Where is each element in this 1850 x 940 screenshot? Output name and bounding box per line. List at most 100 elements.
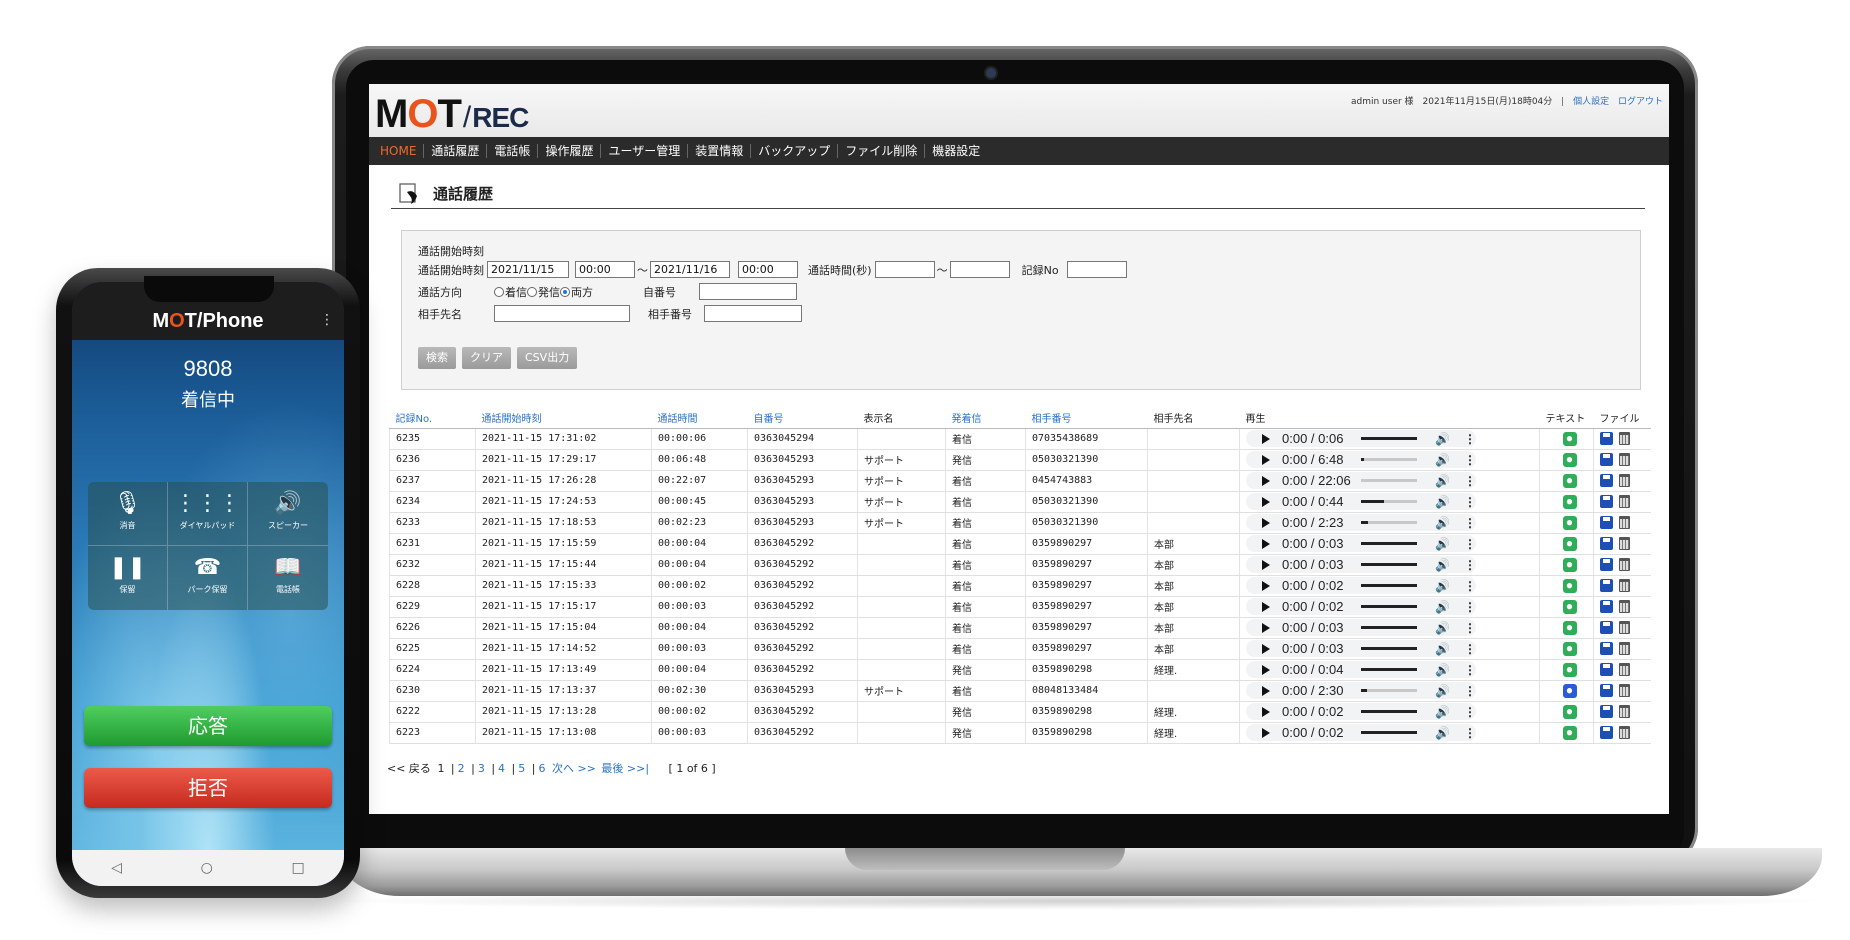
more-options-icon[interactable]: ⋮ [1464, 453, 1476, 467]
transcript-icon[interactable]: ● [1562, 641, 1577, 656]
col-direction[interactable]: 発着信 [945, 408, 1026, 429]
recents-icon[interactable]: □ [291, 860, 304, 876]
play-icon[interactable] [1262, 685, 1270, 696]
call-control-mute[interactable]: 🎙 消音 [88, 482, 168, 546]
volume-icon[interactable]: 🔊 [1435, 516, 1450, 530]
transcript-icon[interactable]: ● [1562, 704, 1577, 719]
volume-icon[interactable]: 🔊 [1435, 495, 1450, 509]
more-options-icon[interactable]: ⋮ [1464, 474, 1476, 488]
play-icon[interactable] [1262, 496, 1270, 507]
radio-both[interactable] [560, 286, 570, 297]
more-options-icon[interactable]: ⋮ [1464, 432, 1476, 446]
nav-backup[interactable]: バックアップ [751, 144, 839, 158]
trash-icon[interactable] [1619, 495, 1630, 508]
transcript-icon[interactable]: ● [1562, 515, 1577, 530]
more-options-icon[interactable]: ⋮ [1464, 642, 1476, 656]
save-icon[interactable] [1600, 537, 1613, 550]
call-control-speaker[interactable]: 🔊 スピーカー [248, 482, 328, 546]
progress-bar[interactable] [1361, 458, 1418, 461]
trash-icon[interactable] [1619, 474, 1630, 487]
progress-bar[interactable] [1361, 731, 1418, 734]
more-options-icon[interactable]: ⋮ [1464, 537, 1476, 551]
trash-icon[interactable] [1619, 684, 1630, 697]
more-options-icon[interactable]: ⋮ [1464, 579, 1476, 593]
duration-to-input[interactable] [949, 261, 1010, 278]
call-control-park-hold[interactable]: ☎ パーク保留 [168, 546, 248, 610]
play-icon[interactable] [1262, 664, 1270, 675]
play-icon[interactable] [1262, 622, 1270, 633]
save-icon[interactable] [1600, 663, 1613, 676]
more-options-icon[interactable]: ⋮ [1464, 705, 1476, 719]
progress-bar[interactable] [1361, 710, 1418, 713]
play-icon[interactable] [1262, 706, 1270, 717]
save-icon[interactable] [1600, 579, 1613, 592]
duration-from-input[interactable] [874, 261, 935, 278]
nav-file-delete[interactable]: ファイル削除 [838, 144, 926, 158]
play-icon[interactable] [1262, 580, 1270, 591]
call-control-dialpad[interactable]: ⋮⋮⋮ ダイヤルパッド [168, 482, 248, 546]
volume-icon[interactable]: 🔊 [1435, 474, 1450, 488]
progress-bar[interactable] [1361, 584, 1418, 587]
volume-icon[interactable]: 🔊 [1435, 663, 1450, 677]
save-icon[interactable] [1600, 432, 1613, 445]
home-icon[interactable]: ○ [201, 860, 213, 876]
call-control-phonebook[interactable]: 📖 電話帳 [248, 546, 328, 610]
col-record-no[interactable]: 記録No. [389, 408, 476, 429]
profile-link[interactable]: 個人設定 [1573, 97, 1609, 107]
progress-bar[interactable] [1361, 689, 1418, 692]
play-icon[interactable] [1262, 601, 1270, 612]
clear-button[interactable]: クリア [462, 347, 511, 369]
volume-icon[interactable]: 🔊 [1435, 453, 1450, 467]
progress-bar[interactable] [1361, 626, 1418, 629]
more-options-icon[interactable]: ⋮ [1464, 558, 1476, 572]
pager-last[interactable]: 最後 >>| [601, 762, 649, 775]
progress-bar[interactable] [1361, 542, 1418, 545]
trash-icon[interactable] [1619, 726, 1630, 739]
time-to-input[interactable]: 00:00 [738, 261, 798, 278]
nav-user-management[interactable]: ユーザー管理 [601, 144, 689, 158]
trash-icon[interactable] [1619, 600, 1630, 613]
volume-icon[interactable]: 🔊 [1435, 600, 1450, 614]
save-icon[interactable] [1600, 453, 1613, 466]
col-start-time[interactable]: 通話開始時刻 [475, 408, 652, 429]
partner-name-input[interactable] [494, 305, 630, 322]
answer-button[interactable]: 応答 [84, 706, 332, 746]
volume-icon[interactable]: 🔊 [1435, 432, 1450, 446]
volume-icon[interactable]: 🔊 [1435, 705, 1450, 719]
radio-incoming[interactable] [494, 286, 504, 297]
transcript-icon[interactable]: ● [1562, 725, 1577, 740]
progress-bar[interactable] [1361, 437, 1418, 440]
nav-home[interactable]: HOME [373, 144, 425, 158]
logout-link[interactable]: ログアウト [1618, 97, 1663, 107]
play-icon[interactable] [1262, 517, 1270, 528]
transcript-icon[interactable]: ● [1562, 536, 1577, 551]
volume-icon[interactable]: 🔊 [1435, 579, 1450, 593]
transcript-icon[interactable]: ● [1562, 557, 1577, 572]
date-from-input[interactable]: 2021/11/15 [487, 261, 569, 278]
transcript-icon[interactable]: ● [1562, 452, 1577, 467]
page-link-5[interactable]: 5 [518, 762, 525, 775]
trash-icon[interactable] [1619, 537, 1630, 550]
play-icon[interactable] [1262, 475, 1270, 486]
progress-bar[interactable] [1361, 605, 1418, 608]
transcript-icon[interactable]: ● [1562, 620, 1577, 635]
page-link-3[interactable]: 3 [478, 762, 485, 775]
more-options-icon[interactable]: ⋮ [1464, 726, 1476, 740]
volume-icon[interactable]: 🔊 [1435, 642, 1450, 656]
back-icon[interactable]: ◁ [111, 860, 122, 876]
save-icon[interactable] [1600, 726, 1613, 739]
progress-bar[interactable] [1361, 668, 1418, 671]
play-icon[interactable] [1262, 433, 1270, 444]
trash-icon[interactable] [1619, 642, 1630, 655]
radio-outgoing[interactable] [527, 286, 537, 297]
save-icon[interactable] [1600, 705, 1613, 718]
volume-icon[interactable]: 🔊 [1435, 537, 1450, 551]
progress-bar[interactable] [1361, 479, 1418, 482]
search-button[interactable]: 検索 [418, 347, 456, 369]
transcript-icon[interactable]: ● [1562, 599, 1577, 614]
save-icon[interactable] [1600, 621, 1613, 634]
more-menu-icon[interactable]: ⋮ [320, 312, 334, 328]
trash-icon[interactable] [1619, 432, 1630, 445]
play-icon[interactable] [1262, 727, 1270, 738]
transcript-icon[interactable]: ● [1562, 578, 1577, 593]
